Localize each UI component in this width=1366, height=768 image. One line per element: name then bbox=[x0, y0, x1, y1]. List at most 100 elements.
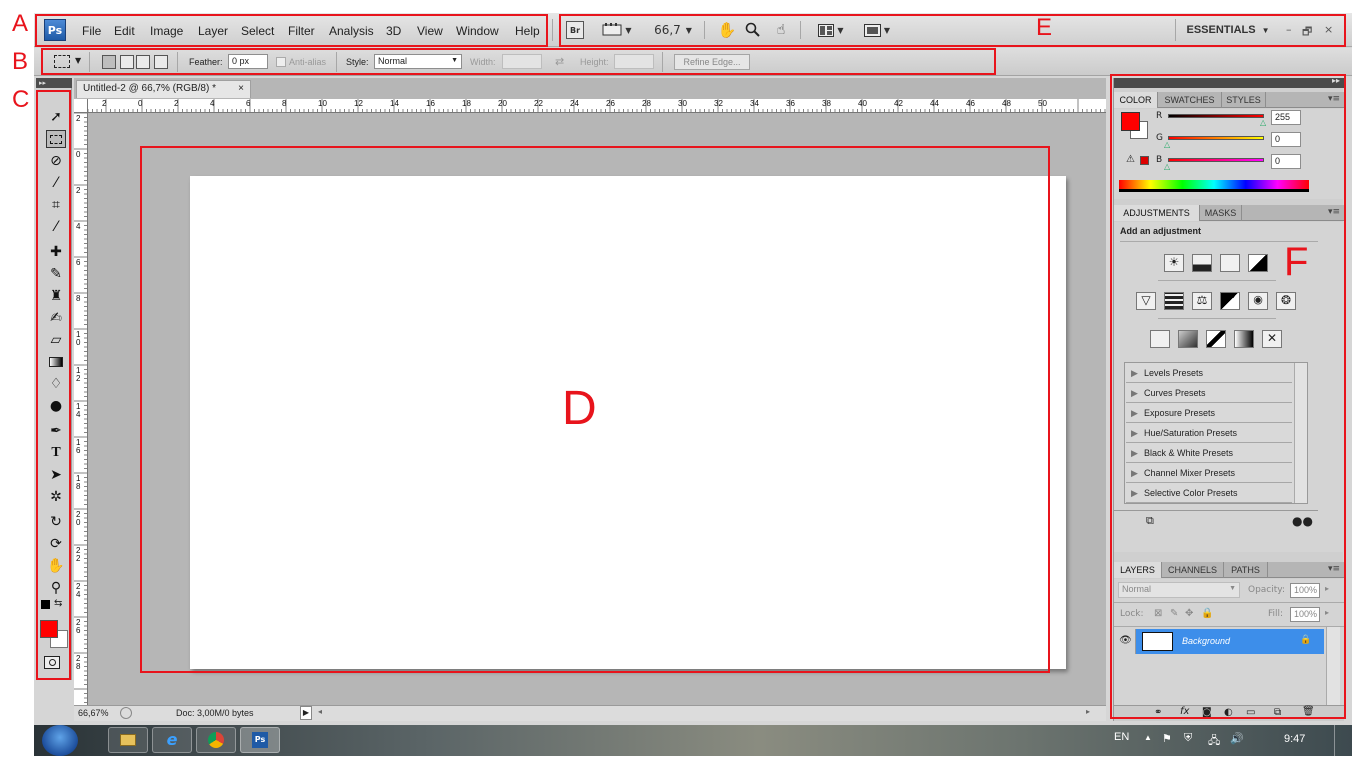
menu-file[interactable]: File bbox=[82, 24, 101, 38]
menu-layer[interactable]: Layer bbox=[198, 24, 228, 38]
dodge-tool[interactable]: ● bbox=[46, 397, 66, 415]
new-layer-icon[interactable]: ⧉ bbox=[1274, 707, 1281, 718]
view-extras-button[interactable]: ▼ bbox=[600, 21, 634, 39]
default-colors-icon[interactable] bbox=[41, 600, 50, 609]
document-canvas[interactable] bbox=[190, 176, 1066, 669]
eraser-tool[interactable]: ▱ bbox=[46, 331, 66, 349]
collapse-panels-icon[interactable]: ▸▸ bbox=[1332, 76, 1340, 85]
link-layers-icon[interactable]: ⚭ bbox=[1154, 707, 1162, 718]
blue-slider[interactable] bbox=[1168, 158, 1264, 162]
network-icon[interactable]: 🖧 bbox=[1208, 732, 1220, 751]
language-indicator[interactable]: EN bbox=[1114, 731, 1129, 743]
green-slider[interactable] bbox=[1168, 136, 1264, 140]
document-tab[interactable]: Untitled-2 @ 66,7% (RGB/8) * × bbox=[76, 80, 251, 98]
start-button[interactable] bbox=[42, 725, 78, 756]
photo-filter-icon[interactable]: ◉ bbox=[1248, 292, 1268, 310]
black-white-icon[interactable] bbox=[1220, 292, 1240, 310]
anti-alias-checkbox[interactable] bbox=[276, 57, 286, 67]
swap-colors-icon[interactable]: ⇆ bbox=[54, 598, 62, 609]
layers-scrollbar[interactable] bbox=[1326, 627, 1340, 707]
hand-tool[interactable]: ✋ bbox=[46, 557, 66, 575]
magic-wand-tool[interactable]: ⁄ bbox=[46, 174, 66, 192]
green-slider-handle-icon[interactable]: △ bbox=[1164, 140, 1170, 149]
adjustment-layer-icon[interactable]: ◐ bbox=[1224, 707, 1233, 718]
preset-black-white[interactable]: ▶ Black & White Presets bbox=[1126, 443, 1292, 463]
red-slider-handle-icon[interactable]: △ bbox=[1260, 118, 1266, 127]
menu-analysis[interactable]: Analysis bbox=[329, 24, 374, 38]
bridge-button[interactable]: Br bbox=[566, 21, 584, 39]
exposure-icon[interactable] bbox=[1248, 254, 1268, 272]
workspace-switcher[interactable]: ESSENTIALS ▼ bbox=[1186, 21, 1270, 39]
rotate-view-button[interactable]: ☝ bbox=[772, 21, 790, 39]
new-group-icon[interactable]: ▭ bbox=[1246, 707, 1255, 718]
hand-tool-button[interactable]: ✋ bbox=[718, 21, 737, 39]
create-mask-icon[interactable]: ●● bbox=[1292, 514, 1313, 528]
zoom-level-dropdown[interactable]: 66,7 ▼ bbox=[652, 21, 694, 39]
healing-brush-tool[interactable]: ✚ bbox=[46, 243, 66, 261]
style-select[interactable]: Normal ▼ bbox=[374, 54, 462, 69]
brightness-contrast-icon[interactable]: ☀ bbox=[1164, 254, 1184, 272]
color-balance-icon[interactable]: ⚖ bbox=[1192, 292, 1212, 310]
swap-dimensions-icon[interactable]: ⇄ bbox=[555, 55, 564, 68]
color-spectrum-bar[interactable] bbox=[1119, 180, 1309, 192]
preset-exposure[interactable]: ▶ Exposure Presets bbox=[1126, 403, 1292, 423]
close-window-button[interactable]: × bbox=[1324, 23, 1333, 36]
lock-pixels-icon[interactable]: ✎ bbox=[1170, 608, 1178, 619]
layer-visibility-eye-icon[interactable]: 👁 bbox=[1116, 629, 1136, 654]
lock-transparency-icon[interactable]: ⊠ bbox=[1154, 608, 1162, 619]
vertical-ruler[interactable]: 2 0 2 4 6 8 10 12 14 16 18 20 22 24 26 28 bbox=[74, 113, 88, 705]
close-tab-icon[interactable]: × bbox=[238, 81, 244, 97]
layer-name[interactable]: Background bbox=[1182, 636, 1230, 646]
action-center-icon[interactable]: ⚑ bbox=[1162, 732, 1172, 745]
preset-hue-saturation[interactable]: ▶ Hue/Saturation Presets bbox=[1126, 423, 1292, 443]
layer-effects-icon[interactable]: fx bbox=[1180, 706, 1189, 717]
menu-edit[interactable]: Edit bbox=[114, 24, 135, 38]
gradient-map-icon[interactable] bbox=[1234, 330, 1254, 348]
arrange-documents-button[interactable]: ▼ bbox=[814, 21, 848, 39]
zoom-percentage[interactable]: 66,67% bbox=[78, 708, 109, 718]
security-icon[interactable]: ⛨ bbox=[1184, 732, 1192, 745]
tab-paths[interactable]: PATHS bbox=[1224, 562, 1268, 578]
marquee-preset-icon[interactable] bbox=[54, 55, 70, 68]
channel-mixer-icon[interactable]: ❂ bbox=[1276, 292, 1296, 310]
panel-menu-icon[interactable]: ▾≡ bbox=[1328, 564, 1340, 574]
chevron-down-icon[interactable]: ▼ bbox=[75, 56, 81, 65]
tab-adjustments[interactable]: ADJUSTMENTS bbox=[1114, 205, 1200, 221]
clock[interactable]: 9:47 bbox=[1284, 733, 1305, 745]
screen-mode-button[interactable]: ▼ bbox=[860, 21, 894, 39]
eyedropper-tool[interactable]: ⁄ bbox=[46, 218, 66, 236]
lasso-tool[interactable]: ⊘ bbox=[46, 152, 66, 170]
opacity-arrow-icon[interactable]: ▸ bbox=[1325, 584, 1329, 593]
red-slider[interactable] bbox=[1168, 114, 1264, 118]
brush-tool[interactable]: ✎ bbox=[46, 265, 66, 283]
move-tool[interactable]: ➚ bbox=[46, 108, 66, 126]
gamut-color-chip[interactable] bbox=[1140, 156, 1149, 165]
tab-styles[interactable]: STYLES bbox=[1222, 92, 1266, 108]
tools-panel-collapse[interactable]: ▸▸ bbox=[36, 78, 72, 88]
presets-scrollbar[interactable] bbox=[1294, 363, 1307, 503]
quick-mask-button[interactable] bbox=[44, 656, 60, 669]
panel-dock-header[interactable]: ▸▸ bbox=[1114, 76, 1344, 88]
fill-arrow-icon[interactable]: ▸ bbox=[1325, 608, 1329, 617]
lock-all-icon[interactable]: 🔒 bbox=[1201, 608, 1213, 619]
menu-image[interactable]: Image bbox=[150, 24, 183, 38]
red-value-input[interactable]: 255 bbox=[1271, 110, 1301, 125]
crop-tool[interactable]: ⌗ bbox=[46, 196, 66, 214]
horizontal-ruler[interactable]: 2 0 2 4 6 8 10 12 14 16 18 20 22 24 26 28 30 32 34 36 38 40 42… bbox=[88, 99, 1106, 113]
blue-value-input[interactable]: 0 bbox=[1271, 154, 1301, 169]
tab-masks[interactable]: MASKS bbox=[1200, 205, 1242, 221]
status-info-icon[interactable] bbox=[120, 707, 132, 719]
foreground-color-chip[interactable] bbox=[1121, 112, 1140, 131]
foreground-color-swatch[interactable] bbox=[40, 620, 58, 638]
3d-rotate-tool[interactable]: ↻ bbox=[46, 513, 66, 531]
tab-color[interactable]: COLOR bbox=[1114, 92, 1158, 108]
blend-mode-select[interactable]: Normal ▼ bbox=[1118, 582, 1240, 598]
marquee-tool[interactable] bbox=[46, 130, 66, 148]
clone-stamp-tool[interactable]: ♜ bbox=[46, 287, 66, 305]
menu-window[interactable]: Window bbox=[456, 24, 499, 38]
show-hidden-icons-icon[interactable]: ▲ bbox=[1144, 733, 1152, 742]
green-value-input[interactable]: 0 bbox=[1271, 132, 1301, 147]
menu-3d[interactable]: 3D bbox=[386, 24, 401, 38]
taskbar-photoshop[interactable]: Ps bbox=[240, 727, 280, 753]
new-selection-icon[interactable] bbox=[102, 55, 116, 69]
